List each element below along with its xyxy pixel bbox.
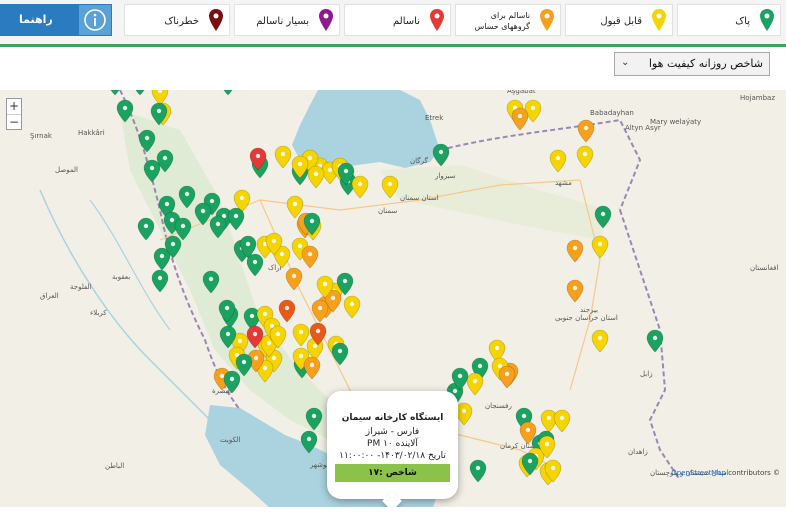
popup-city: فارس - شیراز xyxy=(365,427,420,437)
map-label: Aşgabat xyxy=(507,90,536,95)
map-label: بعقوبة xyxy=(112,273,130,281)
map-label: گرگان xyxy=(410,156,428,165)
legend-label: قابل قبول xyxy=(600,15,642,27)
legend-item-clean[interactable]: پاک xyxy=(677,4,781,36)
zoom-in-button[interactable]: + xyxy=(7,99,21,114)
map-label: مشهد xyxy=(555,179,572,187)
map-label: زابل xyxy=(640,370,653,378)
info-icon xyxy=(79,5,111,35)
chevron-down-icon: ⌄ xyxy=(621,57,630,68)
index-type-select[interactable]: شاخص روزانه کیفیت هوا ⌄ xyxy=(614,52,770,76)
popup-station: ایستگاه کارخانه سیمان xyxy=(341,413,444,423)
legend-label: بسیار ناسالم xyxy=(256,15,309,27)
zoom-control: + − xyxy=(6,98,22,130)
legend-label: ناسالم برای گروههای حساس xyxy=(474,11,530,31)
map-label: رفسنجان xyxy=(485,402,512,410)
osm-link[interactable]: OpenStreetMap xyxy=(671,469,726,477)
map-label: افغانستان xyxy=(750,264,778,272)
map-label: العراق xyxy=(40,292,59,300)
help-label: راهنما xyxy=(19,13,53,26)
legend-bar: پاک قابل قبول ناسالم برای گروههای حساس ن… xyxy=(0,0,786,44)
legend-item-acceptable[interactable]: قابل قبول xyxy=(565,4,673,36)
map-attribution: OpenStreetMap contributors © xyxy=(671,469,780,477)
map-label: الفلوجة xyxy=(70,283,92,291)
bottom-bar xyxy=(0,507,786,517)
legend-label: ناسالم xyxy=(393,15,420,27)
map-pin-icon xyxy=(534,5,560,37)
legend-label: پاک xyxy=(735,15,750,27)
map-label: Etrek xyxy=(425,114,444,122)
map-label: Babadayhan xyxy=(590,109,634,117)
map-label: استان سمنان xyxy=(400,194,439,202)
map-label: Hakkâri xyxy=(78,129,105,137)
map-label: الباطن xyxy=(105,462,124,470)
map-label: Mary welaýaty xyxy=(650,118,701,126)
map-pin-icon xyxy=(203,5,229,37)
map-label: زاهدان xyxy=(628,448,648,456)
station-popup: ایستگاه کارخانه سیمان فارس - شیراز آلاین… xyxy=(327,391,458,511)
zoom-out-button[interactable]: − xyxy=(7,114,21,130)
toolbar: شاخص روزانه کیفیت هوا ⌄ xyxy=(0,47,786,90)
map-label: سبزوار xyxy=(434,172,456,180)
map-label: سمنان xyxy=(378,207,397,215)
map-pin-icon xyxy=(424,5,450,37)
select-value: شاخص روزانه کیفیت هوا xyxy=(648,57,763,70)
map-label: Şırnak xyxy=(30,132,53,140)
legend-label: خطرناک xyxy=(164,15,199,27)
map-pin-icon xyxy=(646,5,672,37)
map-pin-icon xyxy=(754,5,780,37)
map-label: Hojambaz xyxy=(740,94,775,102)
map-label: الكويت xyxy=(220,436,240,444)
legend-item-unhealthy-sensitive[interactable]: ناسالم برای گروههای حساس xyxy=(455,4,561,36)
legend-item-very-unhealthy[interactable]: بسیار ناسالم xyxy=(234,4,340,36)
map-label: استان خراسان جنوبی xyxy=(555,314,618,322)
map-label: کربلاء xyxy=(90,309,107,317)
help-button[interactable]: راهنما xyxy=(0,4,112,36)
map-label: بیرجند xyxy=(580,306,598,314)
map-pin-icon xyxy=(313,5,339,37)
popup-index: شاخص :۱۷ xyxy=(335,464,450,482)
popup-pollutant: آلاینده PM ۱۰ xyxy=(367,439,418,449)
legend-item-unhealthy[interactable]: ناسالم xyxy=(344,4,451,36)
legend-item-hazardous[interactable]: خطرناک xyxy=(124,4,230,36)
popup-date: تاریخ ۱۴۰۳/۰۲/۱۸- ۱۱:۰۰:۰۰ xyxy=(339,451,446,461)
map[interactable]: Aşgabat Etrek Babadayhan Altyn Asyr Hojambaz… xyxy=(0,90,786,517)
map-label: الموصل xyxy=(55,166,78,174)
